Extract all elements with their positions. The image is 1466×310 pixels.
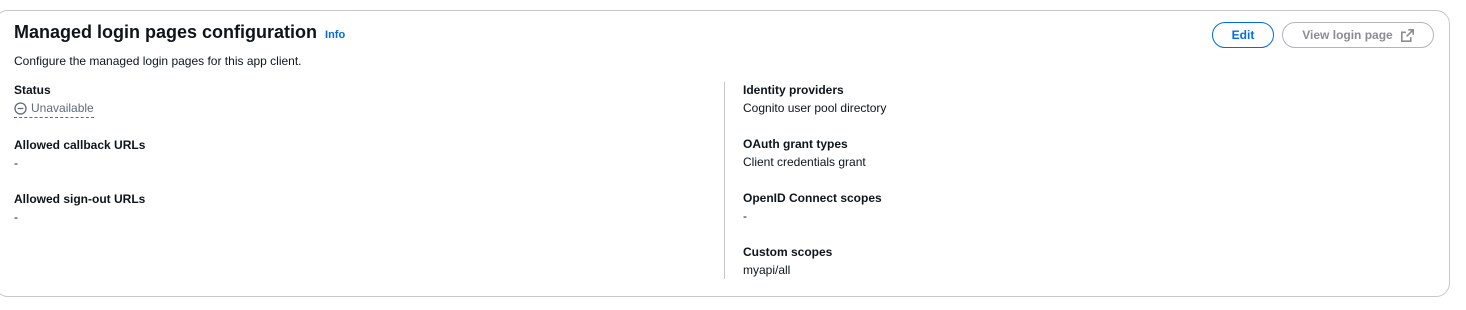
- identity-providers-label: Identity providers: [743, 83, 844, 97]
- external-link-icon: [1400, 28, 1414, 42]
- signout-urls-value: -: [14, 210, 18, 224]
- oauth-grant-types-value: Client credentials grant: [743, 155, 866, 169]
- openid-scopes-field: OpenID Connect scopes -: [743, 190, 882, 224]
- info-link[interactable]: Info: [325, 29, 345, 41]
- callback-urls-label: Allowed callback URLs: [14, 138, 146, 152]
- signout-urls-label: Allowed sign-out URLs: [14, 192, 146, 206]
- identity-providers-value: Cognito user pool directory: [743, 101, 887, 115]
- callback-urls-value: -: [14, 156, 18, 170]
- custom-scopes-label: Custom scopes: [743, 245, 833, 259]
- oauth-grant-types-field: OAuth grant types Client credentials gra…: [743, 136, 866, 170]
- status-label: Status: [14, 83, 51, 97]
- status-field: Status Unavailable: [14, 82, 94, 119]
- status-text: Unavailable: [31, 101, 94, 115]
- view-login-page-label: View login page: [1302, 28, 1393, 42]
- view-login-page-button[interactable]: View login page: [1282, 22, 1434, 48]
- oauth-grant-types-label: OAuth grant types: [743, 137, 848, 151]
- status-stopped-icon: [14, 101, 27, 115]
- callback-urls-field: Allowed callback URLs -: [14, 137, 145, 171]
- custom-scopes-field: Custom scopes myapi/all: [743, 244, 832, 278]
- status-value[interactable]: Unavailable: [14, 100, 94, 118]
- header-actions: Edit View login page: [1212, 22, 1434, 48]
- panel-title: Managed login pages configuration: [14, 22, 318, 42]
- openid-scopes-value: -: [743, 209, 747, 223]
- edit-button[interactable]: Edit: [1212, 22, 1274, 48]
- identity-providers-field: Identity providers Cognito user pool dir…: [743, 82, 886, 116]
- custom-scopes-value: myapi/all: [743, 263, 791, 277]
- panel-description: Configure the managed login pages for th…: [14, 54, 302, 68]
- edit-button-label: Edit: [1231, 28, 1255, 42]
- signout-urls-field: Allowed sign-out URLs -: [14, 191, 145, 225]
- column-divider: [724, 82, 725, 279]
- openid-scopes-label: OpenID Connect scopes: [743, 191, 882, 205]
- status-value-row: Unavailable: [14, 100, 94, 119]
